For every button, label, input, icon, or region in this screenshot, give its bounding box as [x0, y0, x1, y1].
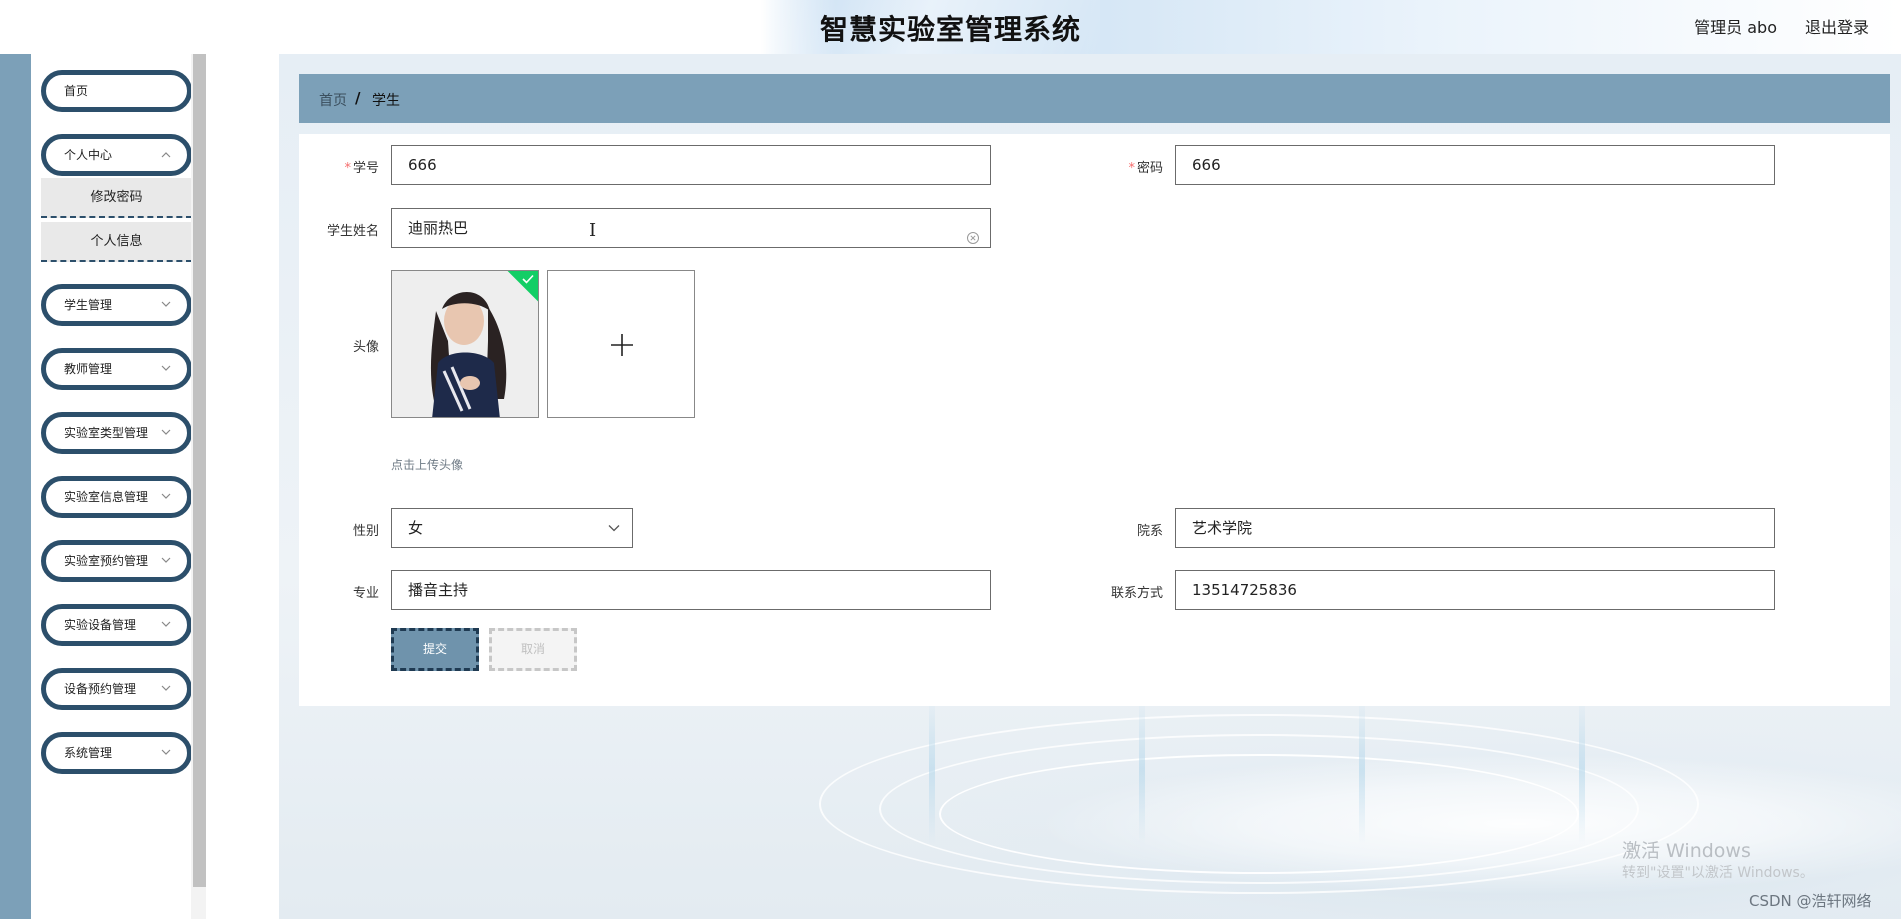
light-pillar — [929, 694, 935, 844]
student-name-input[interactable]: 迪丽热巴 — [391, 208, 991, 248]
sidebar-item-label: 个人中心 — [64, 148, 113, 162]
logout-link[interactable]: 退出登录 — [1805, 14, 1869, 38]
department-label: 院系 — [1136, 524, 1163, 539]
breadcrumb-separator: / — [355, 89, 361, 107]
cancel-button[interactable]: 取消 — [489, 628, 577, 671]
chevron-down-icon — [161, 545, 171, 577]
department-input[interactable]: 艺术学院 — [1175, 508, 1775, 548]
submit-button[interactable]: 提交 — [391, 628, 479, 671]
breadcrumb-current: 学生 — [372, 93, 400, 109]
sidebar-item-home[interactable]: 首页 — [41, 70, 192, 112]
sidebar-item-label: 实验室类型管理 — [64, 426, 149, 440]
submenu-label: 个人信息 — [90, 234, 143, 249]
submenu-label: 修改密码 — [90, 190, 143, 205]
breadcrumb-home[interactable]: 首页 — [319, 90, 347, 110]
windows-activation-subtitle: 转到"设置"以激活 Windows。 — [1622, 865, 1814, 881]
sidebar-item-student-mgmt[interactable]: 学生管理 — [41, 284, 192, 326]
submenu-personal-info[interactable]: 个人信息 — [41, 222, 192, 262]
avatar-upload-hint: 点击上传头像 — [391, 458, 464, 472]
chevron-down-icon — [161, 289, 171, 321]
gender-select[interactable]: 女 — [391, 508, 633, 548]
student-name-value: 迪丽热巴 — [408, 219, 469, 237]
avatar-label: 头像 — [352, 340, 379, 355]
chevron-down-icon — [161, 417, 171, 449]
content-gutter — [206, 54, 279, 919]
left-rail — [0, 54, 31, 919]
avatar-photo — [392, 271, 538, 417]
required-mark: * — [1128, 161, 1135, 176]
sidebar-item-label: 教师管理 — [64, 362, 113, 376]
sidebar-item-equipment-mgmt[interactable]: 实验设备管理 — [41, 604, 192, 646]
gender-label: 性别 — [352, 524, 379, 539]
app-title: 智慧实验室管理系统 — [819, 13, 1081, 46]
phone-input[interactable]: 13514725836 — [1175, 570, 1775, 610]
light-pillar — [1579, 694, 1585, 844]
check-icon — [522, 274, 534, 284]
student-name-label: 学生姓名 — [326, 224, 379, 239]
avatar-thumbnail[interactable] — [391, 270, 539, 418]
sidebar-item-personal-center[interactable]: 个人中心 — [41, 134, 192, 176]
text-cursor-icon: I — [589, 220, 597, 241]
stage-ring — [939, 754, 1579, 874]
plus-icon — [611, 334, 633, 356]
csdn-watermark: CSDN @浩轩网络 — [1749, 892, 1872, 910]
student-no-label: * 学号 — [344, 161, 379, 176]
app-header: 智慧实验室管理系统 管理员 abo 退出登录 — [0, 0, 1901, 54]
chevron-up-icon — [161, 139, 171, 171]
password-label: * 密码 — [1128, 161, 1163, 176]
sidebar-item-lab-type-mgmt[interactable]: 实验室类型管理 — [41, 412, 192, 454]
sidebar: 首页 个人中心 修改密码 个人信息 学生管理 教师管理 实验室类型管理 实验室信… — [31, 54, 192, 919]
required-mark: * — [344, 161, 351, 176]
sidebar-item-lab-booking-mgmt[interactable]: 实验室预约管理 — [41, 540, 192, 582]
sidebar-item-label: 实验室预约管理 — [64, 554, 149, 568]
chevron-down-icon — [161, 481, 171, 513]
chevron-down-icon — [608, 525, 620, 532]
sidebar-item-label: 实验设备管理 — [64, 618, 137, 632]
sidebar-item-teacher-mgmt[interactable]: 教师管理 — [41, 348, 192, 390]
clear-icon[interactable] — [966, 221, 980, 244]
major-input[interactable]: 播音主持 — [391, 570, 991, 610]
sidebar-item-lab-info-mgmt[interactable]: 实验室信息管理 — [41, 476, 192, 518]
current-user: 管理员 abo — [1694, 18, 1777, 37]
sidebar-item-label: 系统管理 — [64, 746, 113, 760]
avatar-upload-button[interactable] — [547, 270, 695, 418]
light-pillar — [1139, 694, 1145, 844]
chevron-down-icon — [161, 737, 171, 769]
student-no-input[interactable]: 666 — [391, 145, 991, 185]
sidebar-item-label: 设备预约管理 — [64, 682, 137, 696]
sidebar-item-equipment-booking-mgmt[interactable]: 设备预约管理 — [41, 668, 192, 710]
chevron-down-icon — [161, 353, 171, 385]
chevron-down-icon — [161, 609, 171, 641]
light-pillar — [1359, 694, 1365, 844]
sidebar-item-label: 实验室信息管理 — [64, 490, 149, 504]
sidebar-item-system-mgmt[interactable]: 系统管理 — [41, 732, 192, 774]
password-input[interactable]: 666 — [1175, 145, 1775, 185]
major-label: 专业 — [352, 586, 379, 601]
submenu-change-password[interactable]: 修改密码 — [41, 178, 192, 218]
sidebar-item-label: 学生管理 — [64, 298, 113, 312]
sidebar-item-label: 首页 — [64, 84, 89, 98]
breadcrumb: 首页 / 学生 — [299, 74, 1890, 123]
windows-activation-title: 激活 Windows — [1622, 840, 1751, 862]
sidebar-scrollbar-thumb[interactable] — [193, 54, 206, 887]
gender-selected-value: 女 — [408, 519, 424, 537]
phone-label: 联系方式 — [1110, 586, 1163, 601]
chevron-down-icon — [161, 673, 171, 705]
